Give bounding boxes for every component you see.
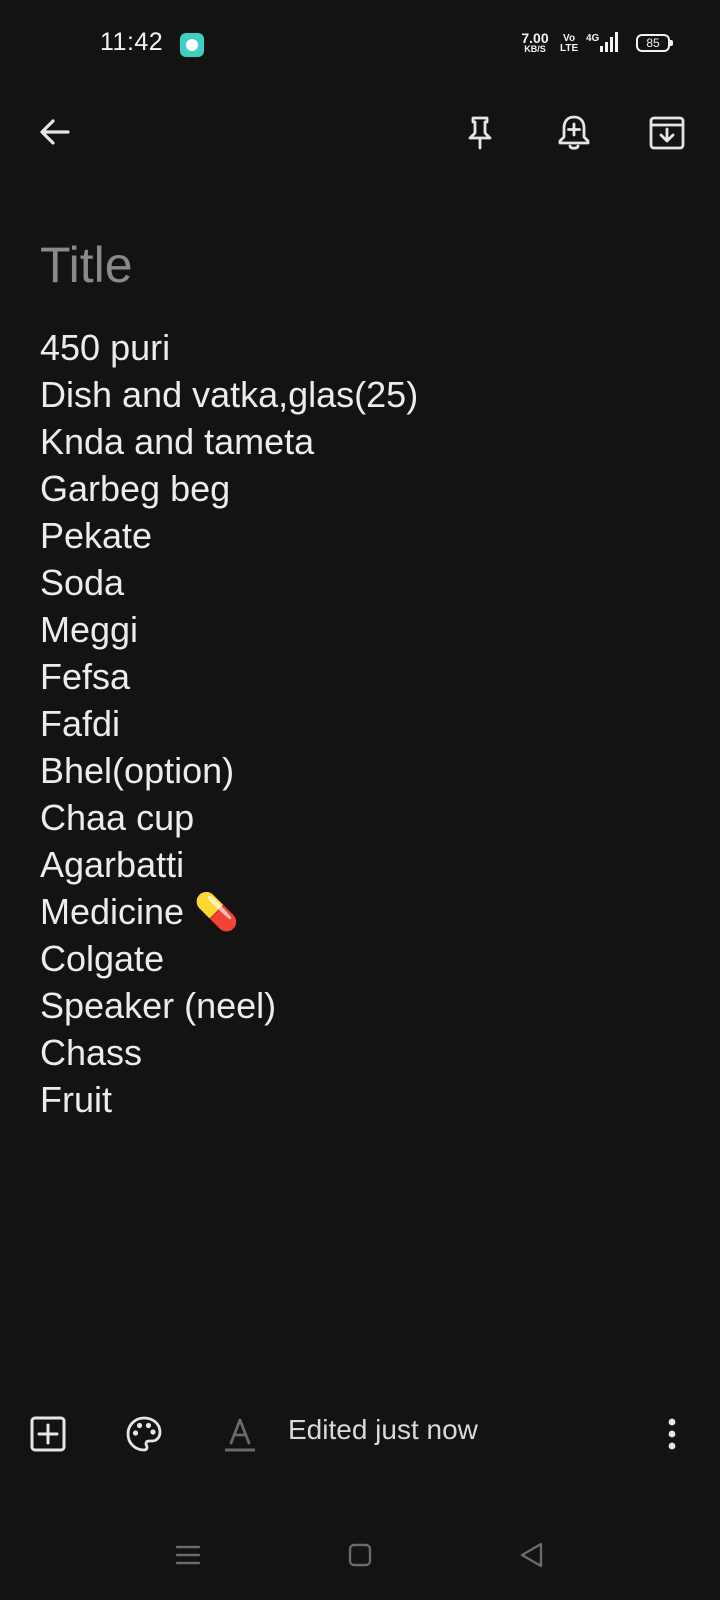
chat-app-notification-icon xyxy=(180,33,204,57)
background-options-button[interactable] xyxy=(116,1406,172,1462)
network-type: 4G xyxy=(586,33,600,44)
home-button[interactable] xyxy=(332,1527,388,1583)
palette-icon xyxy=(126,1416,162,1452)
note-line[interactable]: Bhel(option) xyxy=(40,747,680,794)
system-nav-bar xyxy=(0,1510,720,1600)
note-title-input[interactable]: Title xyxy=(40,236,133,294)
pin-icon xyxy=(468,116,492,150)
battery-indicator: 85 xyxy=(636,34,673,52)
volte-indicator: Vo LTE xyxy=(560,34,578,54)
note-body[interactable]: 450 puri Dish and vatka,glas(25) Knda and … xyxy=(40,324,680,1123)
edited-timestamp: Edited just now xyxy=(288,1414,478,1445)
note-line[interactable]: Knda and tameta xyxy=(40,418,680,465)
add-content-button[interactable] xyxy=(20,1406,76,1462)
note-line[interactable]: Fefsa xyxy=(40,653,680,700)
pin-button[interactable] xyxy=(452,104,508,160)
more-options-button[interactable] xyxy=(644,1406,700,1462)
text-format-button[interactable] xyxy=(212,1406,268,1462)
note-line[interactable]: Colgate xyxy=(40,935,680,982)
home-square-icon xyxy=(348,1543,372,1567)
note-line[interactable]: Soda xyxy=(40,559,680,606)
arrow-back-icon xyxy=(40,119,70,145)
note-line[interactable]: Fruit xyxy=(40,1076,680,1123)
signal-icon: 4G xyxy=(586,30,626,61)
text-format-icon xyxy=(225,1418,255,1452)
note-line[interactable]: 450 puri xyxy=(40,324,680,371)
volte-bottom: LTE xyxy=(560,43,579,54)
note-line[interactable]: Meggi xyxy=(40,606,680,653)
network-speed: 7.00 KB/S xyxy=(518,30,552,53)
note-line[interactable]: Medicine 💊 xyxy=(40,888,680,935)
back-button[interactable] xyxy=(27,104,83,160)
status-time: 11:42 xyxy=(100,28,164,56)
note-line[interactable]: Chass xyxy=(40,1029,680,1076)
add-box-icon xyxy=(30,1416,66,1452)
recent-apps-button[interactable] xyxy=(160,1527,216,1583)
archive-icon xyxy=(649,116,685,150)
note-line[interactable]: Pekate xyxy=(40,512,680,559)
bell-plus-icon xyxy=(558,115,590,150)
system-back-button[interactable] xyxy=(504,1527,560,1583)
note-line[interactable]: Chaa cup xyxy=(40,794,680,841)
status-bar: 11:42 7.00 KB/S Vo LTE 4G 85 xyxy=(0,0,720,90)
note-line[interactable]: Speaker (neel) xyxy=(40,982,680,1029)
network-speed-value: 7.00 xyxy=(521,30,549,46)
note-line[interactable]: Agarbatti xyxy=(40,841,680,888)
more-vert-icon xyxy=(668,1418,676,1450)
archive-button[interactable] xyxy=(639,104,695,160)
note-line[interactable]: Fafdi xyxy=(40,700,680,747)
menu-icon xyxy=(175,1545,201,1565)
note-line[interactable]: Garbeg beg xyxy=(40,465,680,512)
reminder-button[interactable] xyxy=(546,104,602,160)
note-line[interactable]: Dish and vatka,glas(25) xyxy=(40,371,680,418)
triangle-back-icon xyxy=(520,1542,543,1568)
